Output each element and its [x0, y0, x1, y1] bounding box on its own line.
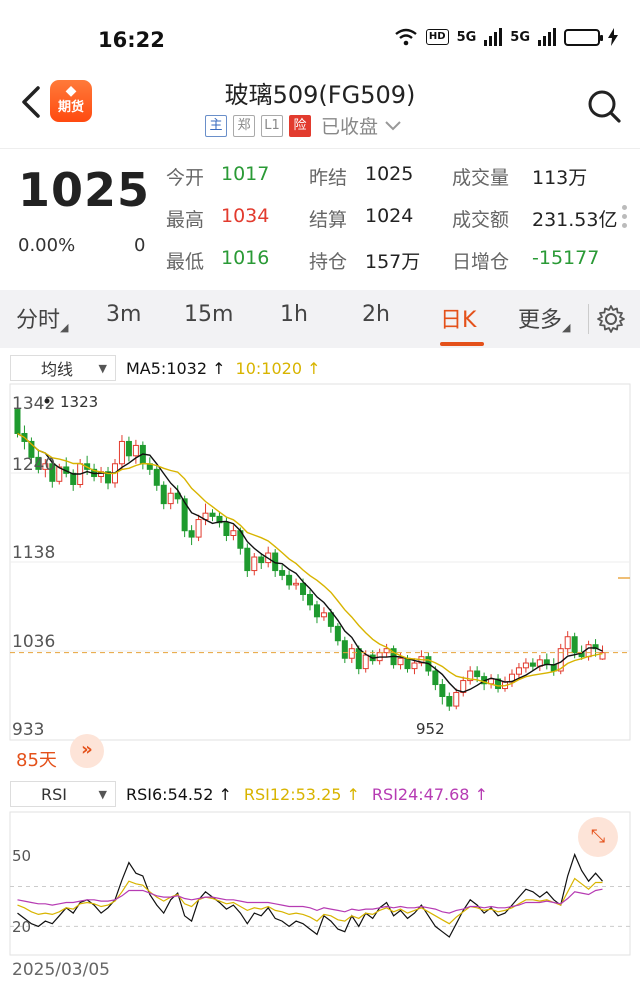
start-date: 2025/03/05	[12, 960, 110, 980]
rsi-tick-label: 20	[12, 918, 32, 936]
rsi-frame	[9, 811, 631, 956]
rsi-tick-label: 50	[12, 847, 32, 865]
rsi-chart[interactable]	[0, 0, 640, 1007]
rsi6-line	[17, 852, 603, 938]
resize-arrows-icon[interactable]: ⤡	[578, 817, 618, 857]
